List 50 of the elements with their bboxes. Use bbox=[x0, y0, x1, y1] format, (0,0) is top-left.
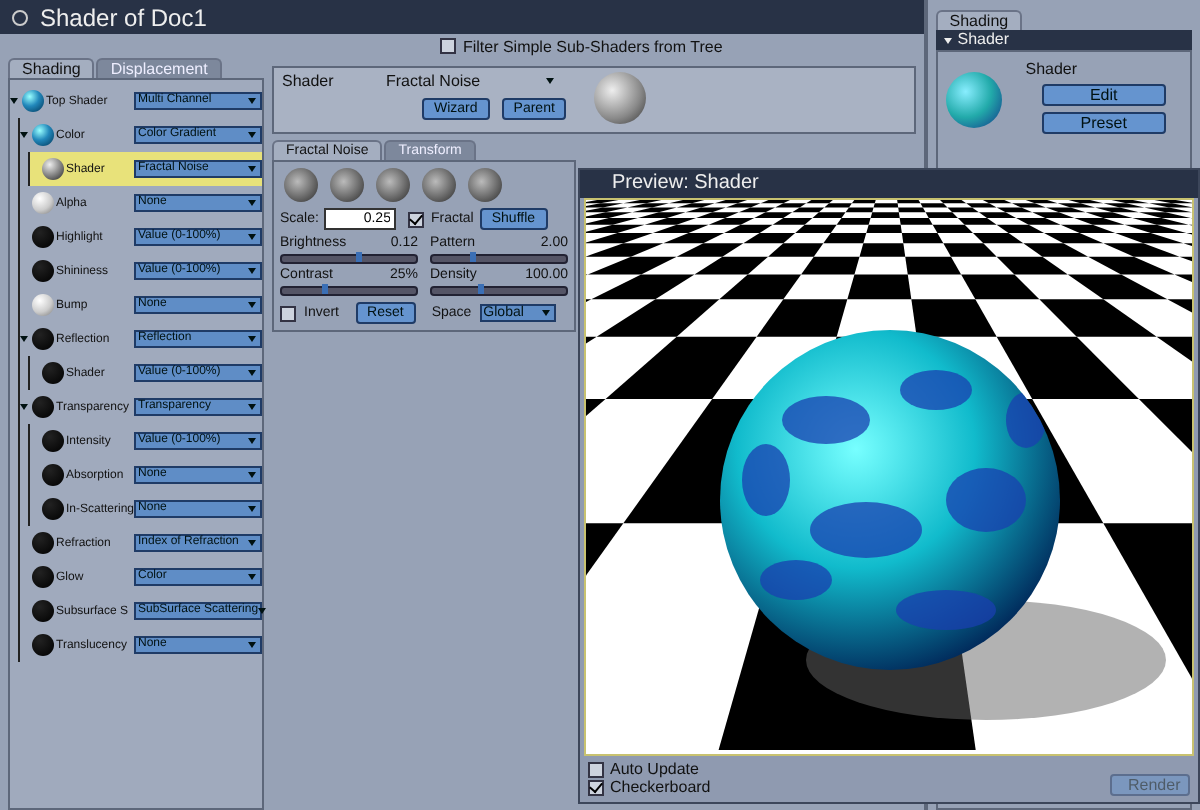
filter-label: Filter Simple Sub-Shaders from Tree bbox=[462, 37, 723, 55]
slider-thumb[interactable] bbox=[469, 252, 476, 262]
slider-thumb[interactable] bbox=[322, 284, 329, 294]
noise-preset-icon[interactable] bbox=[284, 168, 318, 202]
invert-checkbox[interactable] bbox=[280, 305, 296, 321]
tab[interactable]: Shading bbox=[935, 10, 1023, 30]
option-label: Auto Update bbox=[610, 760, 699, 778]
dropdown-icon[interactable] bbox=[546, 78, 554, 84]
filter-checkbox[interactable] bbox=[440, 38, 457, 54]
sphere-icon bbox=[32, 124, 54, 146]
preview-title: Preview: Shader bbox=[580, 170, 1198, 198]
sphere-icon bbox=[32, 226, 54, 248]
option-checkbox[interactable] bbox=[588, 779, 604, 795]
sphere-icon bbox=[42, 498, 64, 520]
sphere-icon bbox=[32, 328, 54, 350]
collapse-icon[interactable] bbox=[943, 37, 952, 43]
noise-preset-icon[interactable] bbox=[422, 168, 456, 202]
sphere-icon bbox=[32, 634, 54, 656]
sphere-icon bbox=[32, 260, 54, 282]
sphere-icon bbox=[32, 294, 54, 316]
fractal-checkbox[interactable] bbox=[408, 211, 425, 227]
shader-sphere bbox=[945, 72, 1002, 128]
sphere-icon bbox=[42, 362, 64, 384]
sphere-icon bbox=[32, 600, 54, 622]
tab[interactable]: Displacement bbox=[96, 58, 222, 78]
shader-label: Shader bbox=[1025, 60, 1078, 78]
noise-preset-icon[interactable] bbox=[468, 168, 502, 202]
option-label: Checkerboard bbox=[610, 778, 711, 796]
option-checkbox[interactable] bbox=[588, 761, 604, 777]
panel-button[interactable]: Edit bbox=[1041, 84, 1166, 106]
sphere-icon bbox=[42, 430, 64, 452]
noise-preset-icon[interactable] bbox=[330, 168, 364, 202]
panel-header: Shader bbox=[957, 30, 1010, 50]
sphere-icon bbox=[42, 464, 64, 486]
shader-name: Fractal Noise bbox=[386, 72, 483, 90]
sphere-icon bbox=[32, 566, 54, 588]
noise-preset-icon[interactable] bbox=[376, 168, 410, 202]
sphere-icon bbox=[22, 90, 44, 112]
sphere-icon bbox=[42, 158, 64, 180]
slider-thumb[interactable] bbox=[478, 284, 485, 294]
sphere-icon bbox=[32, 396, 54, 418]
window-title: Shader of Doc1 bbox=[40, 3, 207, 31]
window-menu-icon[interactable] bbox=[12, 9, 28, 25]
tab[interactable]: Shading bbox=[8, 58, 95, 78]
slider-thumb[interactable] bbox=[355, 252, 362, 262]
panel-button[interactable]: Preset bbox=[1041, 112, 1166, 134]
shader-preview-sphere bbox=[594, 72, 646, 124]
sphere-icon bbox=[32, 532, 54, 554]
sphere-icon bbox=[32, 192, 54, 214]
shader-label: Shader bbox=[282, 72, 336, 90]
